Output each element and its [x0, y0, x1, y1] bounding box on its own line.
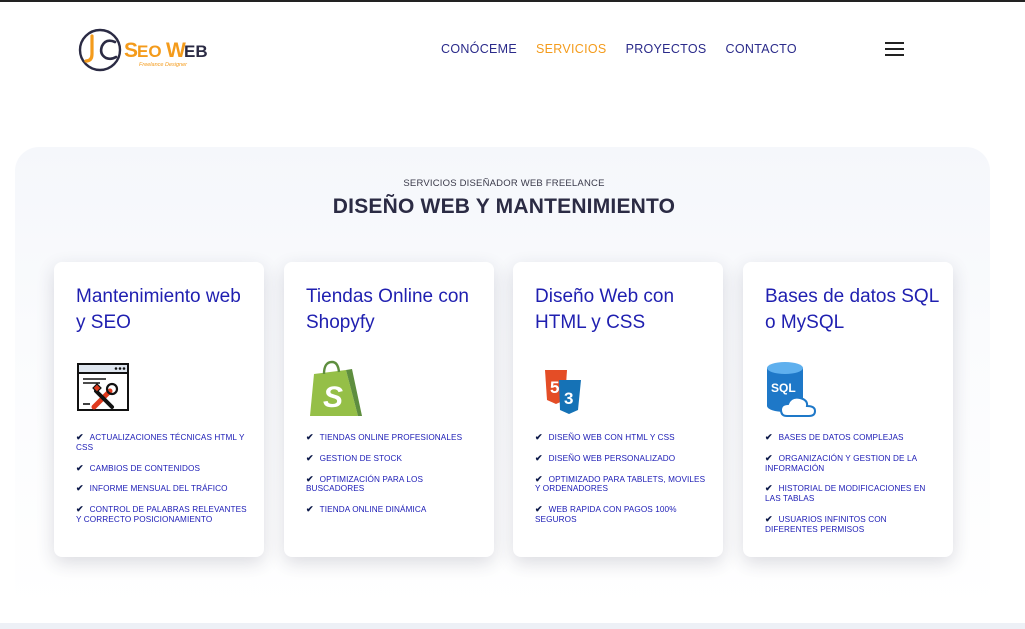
svg-text:Freelance Designer: Freelance Designer — [139, 62, 188, 68]
service-card-html-css: Diseño Web con HTML y CSS 5 3 ✔ DISEÑO WE… — [513, 262, 723, 557]
logo-mark-icon: S EO W EB Freelance Designer — [78, 28, 208, 72]
section-title: DISEÑO WEB Y MANTENIMIENTO — [332, 195, 676, 218]
card-title: Tiendas Online con Shopyfy — [306, 286, 470, 333]
check-icon: ✔ — [765, 513, 773, 524]
nav-item-contacto[interactable]: CONTACTO — [726, 42, 797, 56]
section-eyebrow: SERVICIOS DISEÑADOR WEB FREELANCE — [403, 178, 605, 189]
check-icon: ✔ — [306, 452, 314, 463]
main-nav: CONÓCEME SERVICIOS PROYECTOS CONTACTO — [441, 42, 816, 56]
check-icon: ✔ — [765, 432, 773, 442]
svg-text:3: 3 — [564, 389, 573, 408]
check-icon: ✔ — [765, 483, 773, 494]
service-card-maintenance: Mantenimiento web y SEO ✔ ACTUALIZACIONES… — [54, 262, 264, 557]
service-card-databases: Bases de datos SQL o MySQL SQL ✔ BASES DE… — [743, 262, 953, 557]
check-icon: ✔ — [765, 452, 773, 463]
svg-text:EB: EB — [184, 42, 208, 61]
sql-database-cloud-icon: SQL — [765, 360, 825, 422]
list-item: ✔ GESTION DE STOCK — [306, 452, 403, 463]
service-card-shopify: Tiendas Online con Shopyfy S ✔ TIENDAS ON… — [284, 262, 494, 557]
svg-text:5: 5 — [550, 378, 559, 397]
list-item: ✔ BASES DE DATOS COMPLEJAS — [765, 432, 904, 442]
check-icon: ✔ — [76, 432, 84, 442]
list-item: ✔ INFORME MENSUAL DEL TRÁFICO — [76, 483, 228, 494]
check-icon: ✔ — [535, 452, 543, 463]
list-item: ✔ HISTORIAL DE MODIFICACIONES EN LAS TABL… — [765, 483, 926, 504]
list-item: ✔ ORGANIZACIÓN Y GESTION DE LA INFORMACIÓ… — [765, 452, 917, 473]
site-header: S EO W EB Freelance Designer CONÓCEME SE… — [0, 2, 1025, 97]
card-title: Diseño Web con HTML y CSS — [535, 286, 675, 333]
feature-list: ✔ BASES DE DATOS COMPLEJAS ✔ ORGANIZACIÓN … — [765, 432, 937, 546]
svg-text:S: S — [323, 381, 343, 414]
feature-list: ✔ TIENDAS ONLINE PROFESIONALES ✔ GESTION D… — [306, 432, 478, 526]
list-item: ✔ DISEÑO WEB CON HTML Y CSS — [535, 432, 675, 442]
check-icon: ✔ — [306, 432, 314, 442]
list-item: ✔ TIENDAS ONLINE PROFESIONALES — [306, 432, 463, 442]
check-icon: ✔ — [76, 504, 84, 515]
list-item: ✔ OPTIMIZACIÓN PARA LOS BUSCADORES — [306, 473, 424, 494]
list-item: ✔ CONTROL DE PALABRAS RELEVANTES Y CORREC… — [76, 504, 247, 524]
list-item: ✔ WEB RAPIDA CON PAGOS 100% SEGUROS — [535, 504, 677, 524]
card-title: Bases de datos SQL o MySQL — [765, 286, 939, 333]
check-icon: ✔ — [306, 504, 314, 515]
list-item: ✔ CAMBIOS DE CONTENIDOS — [76, 462, 201, 473]
check-icon: ✔ — [535, 504, 543, 515]
check-icon: ✔ — [76, 483, 84, 494]
feature-list: ✔ ACTUALIZACIONES TÉCNICAS HTML Y CSS ✔ CA… — [76, 432, 248, 536]
check-icon: ✔ — [76, 462, 84, 473]
list-item: ✔ USUARIOS INFINITOS CON DIFERENTES PERMI… — [765, 513, 887, 534]
next-section-edge — [0, 623, 1025, 629]
logo[interactable]: S EO W EB Freelance Designer — [78, 28, 218, 74]
svg-text:SQL: SQL — [771, 381, 796, 395]
feature-list: ✔ DISEÑO WEB CON HTML Y CSS ✔ DISEÑO WEB P… — [535, 432, 707, 536]
check-icon: ✔ — [535, 473, 543, 484]
check-icon: ✔ — [535, 432, 543, 442]
html5-css3-icon: 5 3 — [535, 360, 595, 422]
list-item: ✔ TIENDA ONLINE DINÁMICA — [306, 504, 427, 515]
list-item: ✔ DISEÑO WEB PERSONALIZADO — [535, 452, 676, 463]
svg-text:S: S — [124, 39, 138, 62]
nav-item-servicios[interactable]: SERVICIOS — [536, 42, 607, 56]
nav-item-proyectos[interactable]: PROYECTOS — [626, 42, 707, 56]
svg-text:W: W — [166, 39, 186, 62]
website-tools-icon — [76, 360, 136, 422]
check-icon: ✔ — [306, 473, 314, 484]
list-item: ✔ OPTIMIZADO PARA TABLETS, MOVILES Y ORDE… — [535, 473, 706, 494]
hamburger-icon[interactable] — [885, 42, 904, 56]
shopify-bag-icon: S — [306, 360, 366, 422]
nav-item-conoceme[interactable]: CONÓCEME — [441, 42, 517, 56]
list-item: ✔ ACTUALIZACIONES TÉCNICAS HTML Y CSS — [76, 432, 245, 452]
svg-text:EO: EO — [137, 42, 162, 61]
card-title: Mantenimiento web y SEO — [76, 286, 241, 333]
